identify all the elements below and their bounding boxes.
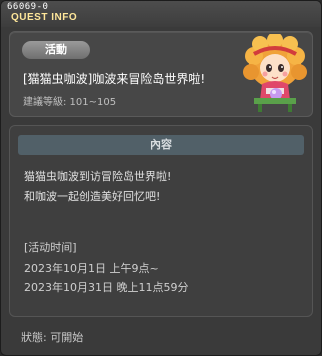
content-header: 內容 bbox=[18, 135, 304, 155]
quest-content-panel: 內容 猫猫虫咖波到访冒险岛世界啦! 和咖波一起创造美好回忆吧! [活动时间] 2… bbox=[9, 125, 313, 317]
quest-id: 66069-0 bbox=[7, 2, 49, 12]
quest-info-window: 66069-0 QUEST INFO 活動 [猫猫虫咖波]咖波来冒险岛世界啦! … bbox=[0, 0, 322, 356]
recommended-level: 建議等級: 101~105 bbox=[23, 97, 117, 108]
quest-status: 狀態: 可開始 bbox=[21, 331, 84, 344]
window-titlebar[interactable]: 66069-0 QUEST INFO bbox=[1, 1, 321, 27]
status-footer: 狀態: 可開始 bbox=[9, 321, 313, 351]
window-title: QUEST INFO bbox=[11, 12, 78, 23]
event-time-start: 2023年10月1日 上午9点~ bbox=[24, 262, 159, 275]
category-badge: 活動 bbox=[22, 41, 90, 59]
npc-girl-portrait-icon bbox=[243, 34, 307, 112]
content-line: 猫猫虫咖波到访冒险岛世界啦! bbox=[24, 170, 172, 183]
event-time-label: [活动时间] bbox=[24, 241, 77, 254]
quest-title: [猫猫虫咖波]咖波来冒险岛世界啦! bbox=[23, 72, 206, 86]
content-line: 和咖波一起创造美好回忆吧! bbox=[24, 190, 161, 203]
quest-summary-panel: 活動 [猫猫虫咖波]咖波来冒险岛世界啦! 建議等級: 101~105 bbox=[9, 31, 313, 117]
event-time-end: 2023年10月31日 晚上11点59分 bbox=[24, 281, 189, 294]
